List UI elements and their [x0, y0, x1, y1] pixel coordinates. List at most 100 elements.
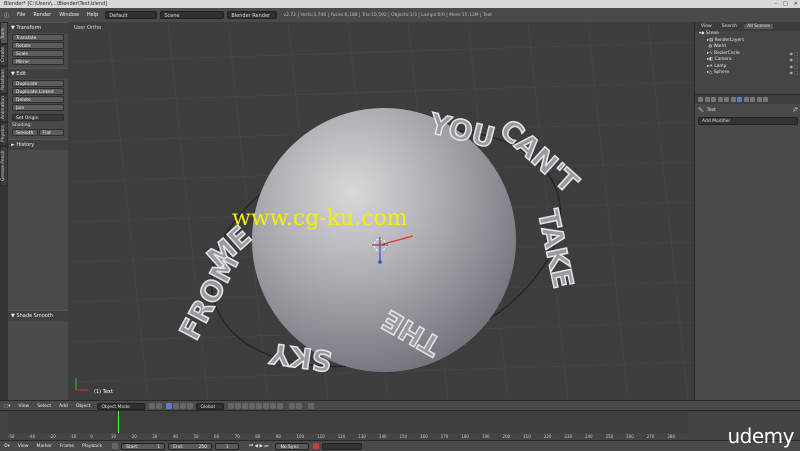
visibility-icon[interactable]: ◉ ⬚	[789, 70, 798, 77]
menu-playback[interactable]: Playback	[78, 444, 106, 449]
pivot-icon[interactable]	[156, 403, 163, 409]
udemy-logo: udemy	[727, 424, 795, 448]
layer-button[interactable]	[249, 403, 256, 409]
tab-tools[interactable]: Tools	[0, 22, 8, 44]
playback-controls[interactable]: ⏮︎ ◀ ▶ ⏭︎	[245, 443, 272, 449]
layout-selector[interactable]: Default	[105, 11, 158, 19]
timeline-tick-label: 110	[317, 434, 325, 439]
tab-create[interactable]: Create	[0, 44, 8, 66]
menu-frame[interactable]: Frame	[56, 444, 78, 449]
sync-mode-selector[interactable]: No Sync	[275, 442, 310, 450]
editor-type-icon[interactable]: ⬚▾	[0, 404, 15, 409]
pin-icon[interactable]: 📌︎	[792, 108, 798, 113]
layer-button[interactable]	[256, 403, 263, 409]
tab-grease-pencil[interactable]: Grease Pencil	[0, 146, 8, 186]
current-frame-field[interactable]: 1	[215, 442, 240, 450]
transform-panel-header[interactable]: ▼ Transform	[8, 22, 68, 33]
timeline-tick-label: 20	[131, 434, 137, 439]
menu-marker[interactable]: Marker	[32, 444, 56, 449]
layer-button[interactable]	[277, 403, 284, 409]
texture-icon[interactable]	[756, 97, 762, 102]
physics-icon[interactable]	[763, 97, 768, 102]
timeline-tick-label: 140	[378, 434, 387, 439]
editor-type-icon[interactable]: ⏱︎▾	[0, 443, 14, 449]
tab-animation[interactable]: Animation	[0, 94, 8, 122]
scene-selector[interactable]: Scene	[160, 11, 225, 19]
menu-add[interactable]: Add	[55, 404, 72, 409]
scene-icon[interactable]	[711, 97, 716, 102]
translate-manipulator-icon[interactable]	[173, 403, 180, 409]
current-frame-cursor[interactable]	[118, 411, 119, 433]
edit-panel-header[interactable]: ▼ Edit	[8, 68, 68, 79]
timeline-tick-label: 10	[111, 434, 117, 439]
menu-render[interactable]: Render	[29, 12, 55, 18]
close-button[interactable]: ✕	[794, 0, 798, 8]
render-layers-icon[interactable]	[704, 97, 710, 102]
record-icon[interactable]	[313, 443, 320, 449]
duplicate-linked-button[interactable]: Duplicate Linked	[12, 88, 64, 95]
minimize-button[interactable]: –	[775, 0, 778, 8]
shade-smooth-operator-header[interactable]: ▼ Shade Smooth	[8, 310, 68, 321]
shading-mode-icon[interactable]	[149, 403, 156, 409]
flat-button[interactable]: Flat	[38, 129, 64, 136]
add-modifier-dropdown[interactable]: Add Modifier	[698, 117, 798, 125]
set-origin-dropdown[interactable]: Set Origin	[12, 114, 64, 121]
material-icon[interactable]	[750, 97, 755, 102]
menu-file[interactable]: File	[13, 12, 29, 18]
outliner-view-menu[interactable]: View	[698, 24, 715, 29]
editor-type-icon[interactable]: ⓘ	[0, 12, 13, 19]
rotate-manipulator-icon[interactable]	[180, 403, 187, 409]
mirror-button[interactable]: Mirror	[12, 58, 64, 65]
menu-object[interactable]: Object	[72, 404, 95, 409]
render-icon[interactable]	[698, 97, 703, 102]
timeline-editor[interactable]: -50 -40 -20 -10 0 10 20 30 40 50 60 70 80 90 100 110 120…	[0, 410, 800, 441]
end-frame-field[interactable]: End: 250	[168, 442, 213, 450]
outliner-search-menu[interactable]: Search	[719, 24, 740, 29]
menu-window[interactable]: Window	[55, 12, 83, 18]
render-preview-icon[interactable]	[308, 403, 315, 409]
manipulator-toggle-icon[interactable]	[166, 403, 173, 409]
smooth-button[interactable]: Smooth	[12, 129, 38, 136]
timeline-tick-label: 120	[337, 434, 346, 439]
tab-physics[interactable]: Physics	[0, 122, 8, 146]
modifiers-icon[interactable]	[737, 97, 742, 102]
world-icon[interactable]	[717, 97, 723, 102]
layer-button[interactable]	[270, 403, 277, 409]
menu-help[interactable]: Help	[83, 12, 102, 18]
menu-timeline-view[interactable]: View	[14, 444, 33, 449]
start-frame-field[interactable]: Start: 1	[121, 442, 166, 450]
duplicate-button[interactable]: Duplicate	[12, 80, 64, 87]
properties-panel: 🔧︎ Text 📌︎ Add Modifier	[694, 94, 800, 401]
menu-view[interactable]: View	[15, 404, 34, 409]
data-icon[interactable]	[743, 97, 749, 102]
translate-button[interactable]: Translate	[12, 34, 64, 41]
join-button[interactable]: Join	[12, 104, 64, 111]
render-engine-selector[interactable]: Blender Render	[227, 11, 278, 19]
keying-set-field[interactable]	[322, 442, 363, 450]
menu-select[interactable]: Select	[33, 404, 55, 409]
scale-manipulator-icon[interactable]	[187, 403, 194, 409]
timeline-area[interactable]	[8, 411, 688, 433]
tab-relations[interactable]: Relations	[0, 66, 8, 94]
constraints-icon[interactable]	[730, 97, 736, 102]
history-panel-header[interactable]: ► History	[8, 139, 68, 150]
rotate-button[interactable]: Rotate	[12, 42, 64, 49]
layer-button[interactable]	[235, 403, 242, 409]
timeline-tick-label: -50	[8, 434, 15, 439]
timeline-tick-label: 160	[420, 434, 428, 439]
snap-icon[interactable]	[289, 403, 296, 409]
object-icon[interactable]	[724, 97, 729, 102]
delete-button[interactable]: Delete	[12, 96, 64, 103]
proportional-edit-icon[interactable]	[296, 403, 303, 409]
outliner-item-sphere[interactable]: ▸△ Sphere ◉ ⬚	[695, 70, 800, 77]
layer-button[interactable]	[228, 403, 235, 409]
layer-button[interactable]	[242, 403, 249, 409]
preview-range-icon[interactable]	[112, 443, 119, 449]
outliner-header: View Search All Scenes	[695, 22, 800, 31]
scale-button[interactable]: Scale	[12, 50, 64, 57]
mode-selector[interactable]: Object Mode	[97, 402, 146, 410]
outliner-display-mode[interactable]: All Scenes	[744, 24, 774, 29]
maximize-button[interactable]: □	[783, 0, 788, 8]
orientation-selector[interactable]: Global	[196, 402, 225, 410]
layer-button[interactable]	[263, 403, 270, 409]
